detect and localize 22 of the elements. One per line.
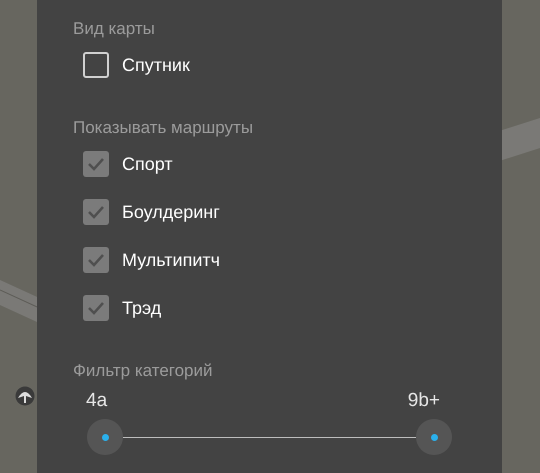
- min-grade-label: 4a: [86, 390, 108, 412]
- check-icon: [87, 253, 105, 267]
- section-title: Показывать маршруты: [73, 117, 254, 139]
- slider-thumb[interactable]: [87, 419, 123, 455]
- checkbox[interactable]: [83, 295, 109, 321]
- checkbox[interactable]: [83, 247, 109, 273]
- section-title: Фильтр категорий: [73, 360, 214, 382]
- checkbox-label: Спутник: [122, 54, 190, 76]
- max-grade-label: 9b+: [408, 390, 440, 412]
- checkbox-label: Мультипитч: [122, 250, 220, 270]
- checkbox-label: Спорт: [122, 154, 173, 174]
- checkbox-label: Боулдеринг: [122, 202, 220, 222]
- slider-thumb[interactable]: [416, 419, 452, 455]
- check-icon: [87, 301, 105, 315]
- checkbox-label: Трэд: [122, 298, 162, 318]
- checkbox[interactable]: [83, 199, 109, 225]
- section-title: Вид карты: [73, 18, 156, 40]
- marker-icon[interactable]: [15, 386, 35, 406]
- checkbox[interactable]: [83, 151, 109, 177]
- check-icon: [87, 205, 105, 219]
- checkbox[interactable]: [83, 52, 109, 78]
- check-icon: [87, 157, 105, 171]
